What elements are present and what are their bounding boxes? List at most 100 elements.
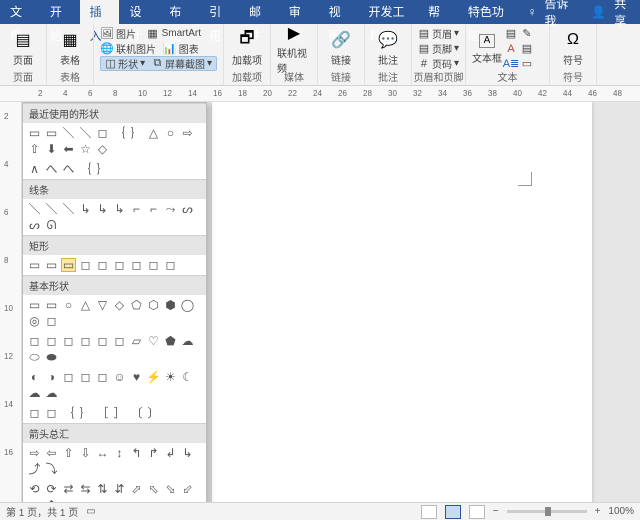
shape-option[interactable]: ｛ [61,406,76,420]
shape-option[interactable]: ⇵ [112,482,127,496]
shape-option[interactable]: ◻ [146,258,161,272]
shape-option[interactable]: ▭ [27,298,42,312]
online-video-button[interactable]: ▶ 联机视频 [277,26,311,72]
shape-option[interactable]: ↳ [95,202,110,216]
shape-option[interactable]: ◻ [61,370,76,384]
addins-button[interactable]: 🗗 加载项 [230,26,264,71]
shape-option[interactable]: ᔕ [27,218,42,232]
shape-option[interactable]: ⚡ [146,370,161,384]
header-button[interactable]: ▤页眉▾ [418,26,459,41]
shape-option[interactable]: ⇅ [95,482,110,496]
shape-option[interactable]: ↲ [163,446,178,460]
shape-option[interactable]: ☁ [44,386,59,400]
text-tool-1[interactable]: ▤✎ [504,26,534,41]
tab-devtools[interactable]: 开发工具 [358,0,418,24]
tab-layout[interactable]: 布局 [159,0,199,24]
shape-option[interactable]: ☁ [27,386,42,400]
shape-option[interactable]: ◻ [95,126,110,140]
shape-option[interactable]: ◻ [163,258,178,272]
shape-option[interactable]: ＼ [78,126,93,140]
shape-option[interactable]: ◻ [78,258,93,272]
online-picture-button[interactable]: 🌐联机图片 📊图表 [100,41,217,56]
shape-option[interactable]: ⇩ [78,446,93,460]
zoom-slider[interactable] [507,510,587,513]
shape-option[interactable]: ▭ [61,258,76,272]
symbol-button[interactable]: Ω 符号 [556,26,590,71]
shape-option[interactable]: ［ [95,406,110,420]
shape-option[interactable]: ⇧ [61,446,76,460]
shape-option[interactable]: ᘏ [44,218,59,232]
page-canvas[interactable] [212,102,592,502]
shape-option[interactable]: ◻ [44,314,59,328]
shape-option[interactable]: ◻ [27,406,42,420]
shape-option[interactable]: ◻ [44,334,59,348]
shape-option[interactable]: ◻ [78,334,93,348]
tab-home[interactable]: 开始 [40,0,80,24]
shape-option[interactable]: ▽ [95,298,110,312]
shape-option[interactable]: ⬄ [27,498,42,502]
shape-option[interactable]: ｛ [112,126,127,140]
shape-option[interactable]: ⤳ [163,202,178,216]
shape-option[interactable]: ↱ [146,446,161,460]
tab-file[interactable]: 文件 [0,0,40,24]
shape-option[interactable]: ᔕ [180,202,195,216]
shape-option[interactable]: ⌐ [129,202,144,216]
shape-option[interactable]: ○ [61,298,76,312]
tab-help[interactable]: 帮助 [418,0,458,24]
tab-view[interactable]: 视图 [319,0,359,24]
shape-option[interactable]: ☺ [112,370,127,384]
tab-design[interactable]: 设计 [119,0,159,24]
shape-option[interactable]: ⤴ [27,462,42,476]
shape-option[interactable]: ◻ [95,370,110,384]
shape-option[interactable]: ☆ [78,142,93,156]
shape-option[interactable]: ▭ [44,298,59,312]
shape-option[interactable]: ⇨ [180,126,195,140]
shape-option[interactable]: ⌐ [146,202,161,216]
shape-option[interactable]: ⇧ [27,142,42,156]
shape-option[interactable]: ］ [112,406,127,420]
shape-option[interactable]: ↕ [112,446,127,460]
view-read[interactable] [421,505,437,519]
shape-option[interactable]: ⬠ [129,298,144,312]
shape-option[interactable]: ▭ [44,258,59,272]
shape-option[interactable]: ○ [163,126,178,140]
shape-option[interactable]: ◻ [112,334,127,348]
shape-option[interactable]: ⬢ [163,298,178,312]
shape-option[interactable]: ⬁ [146,482,161,496]
shape-option[interactable]: ⬬ [44,350,59,364]
shape-option[interactable]: ▭ [27,126,42,140]
shape-option[interactable]: ◻ [112,258,127,272]
shape-option[interactable]: ▱ [129,334,144,348]
tab-insert[interactable]: 插入 [80,0,120,24]
shape-option[interactable]: ＼ [27,202,42,216]
shape-option[interactable]: ⬍ [44,498,59,502]
shape-option[interactable]: ◻ [27,334,42,348]
zoom-level[interactable]: 100% [608,506,634,517]
shape-option[interactable]: ｝ [129,126,144,140]
shape-option[interactable]: ◻ [44,406,59,420]
tab-mailings[interactable]: 邮件 [239,0,279,24]
tab-review[interactable]: 审阅 [279,0,319,24]
shape-option[interactable]: ｝ [78,406,93,420]
shape-option[interactable]: ☀ [163,370,178,384]
shape-option[interactable]: ◻ [95,258,110,272]
shape-option[interactable]: ◎ [27,314,42,328]
shape-option[interactable]: ↳ [180,446,195,460]
shape-option[interactable]: ◻ [78,370,93,384]
shape-option[interactable]: ☁ [180,334,195,348]
shape-option[interactable]: ◻ [95,334,110,348]
shape-option[interactable]: ｝ [95,162,110,176]
shape-option[interactable]: ⤵ [44,462,59,476]
shape-option[interactable]: ☾ [180,370,195,384]
shape-option[interactable]: ⟳ [44,482,59,496]
zoom-out[interactable]: − [493,506,499,517]
shape-option[interactable]: ↳ [78,202,93,216]
tab-references[interactable]: 引用 [199,0,239,24]
shape-option[interactable]: ◯ [180,298,195,312]
shape-option[interactable]: ◑ [44,370,59,384]
shape-option[interactable]: へ [61,162,76,176]
share-button[interactable]: 共享 [614,0,630,29]
shape-option[interactable]: ◻ [61,334,76,348]
shape-option[interactable]: △ [78,298,93,312]
shape-option[interactable]: ⬡ [146,298,161,312]
